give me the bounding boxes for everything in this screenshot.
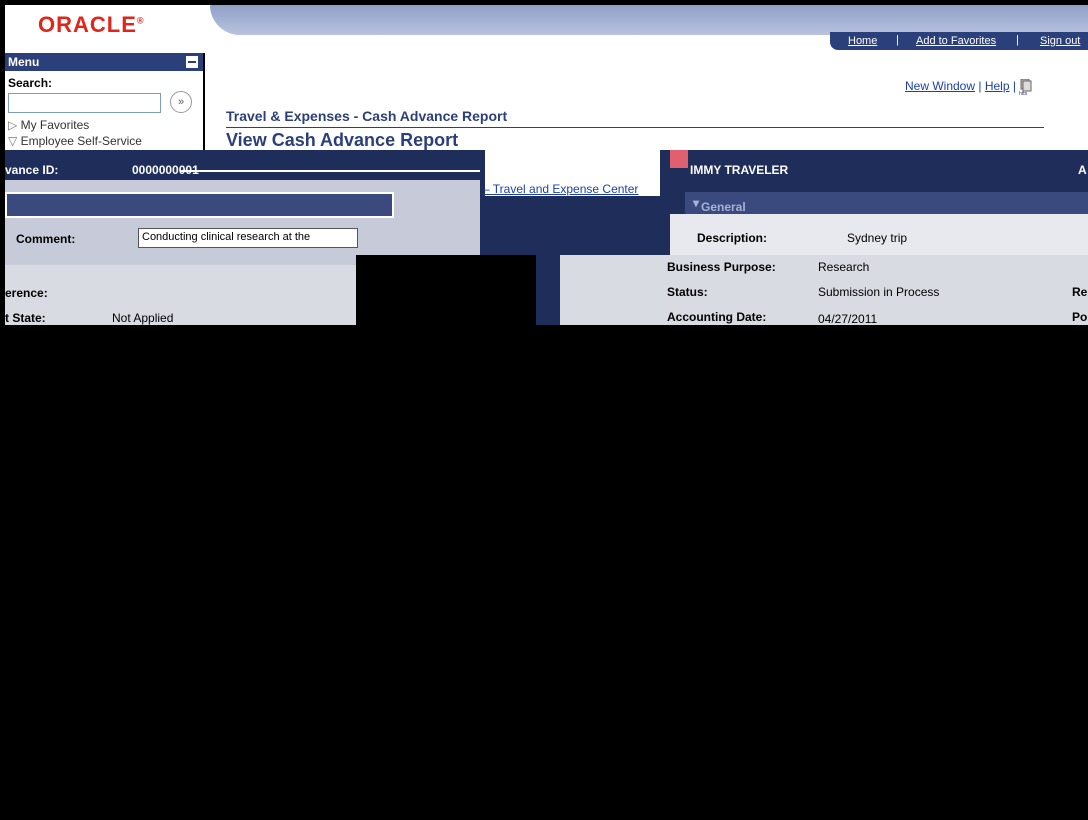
menu-search-input[interactable] xyxy=(8,93,161,113)
add-to-favorites-link[interactable]: Add to Favorites xyxy=(916,35,996,47)
nav-separator: | xyxy=(896,34,899,46)
band-rule xyxy=(180,170,480,172)
page-title: View Cash Advance Report xyxy=(226,130,459,150)
title-rule xyxy=(226,127,1044,128)
http-icon[interactable]: http xyxy=(1019,78,1033,97)
purpose-label: Business Purpose: xyxy=(667,260,776,274)
obscured-region xyxy=(356,255,536,325)
new-window-link[interactable]: New Window xyxy=(905,79,975,93)
status-value: Submission in Process xyxy=(818,285,940,299)
comment-label: Comment: xyxy=(16,232,76,246)
triangle-down-icon: ▽ xyxy=(8,134,18,148)
travel-expense-center-link[interactable]: – Travel and Expense Center xyxy=(483,182,638,196)
utility-links: New Window | Help | http xyxy=(905,78,1033,97)
status-label: Status: xyxy=(667,285,708,299)
left-panel-header xyxy=(5,192,394,218)
nav-separator: | xyxy=(1016,34,1019,46)
status-flag-icon xyxy=(670,150,688,168)
traveler-name: IMMY TRAVELER xyxy=(690,163,789,177)
home-link[interactable]: Home xyxy=(848,35,877,47)
accounting-date-label: Accounting Date: xyxy=(667,310,767,324)
menu-item-my-favorites[interactable]: ▷ My Favorites xyxy=(8,118,89,132)
oracle-logo: ORACLE® xyxy=(38,12,145,38)
right-cut-label: Po xyxy=(1072,310,1088,324)
accounting-date-value: 04/27/2011 xyxy=(818,312,878,326)
top-banner xyxy=(210,5,1088,35)
right-cut-label: Re xyxy=(1072,285,1088,299)
breadcrumb: Travel & Expenses - Cash Advance Report xyxy=(226,108,508,124)
menu-item-label: Employee Self-Service xyxy=(20,134,142,148)
sign-out-link[interactable]: Sign out xyxy=(1040,35,1080,47)
menu-item-label: My Favorites xyxy=(20,118,90,132)
menu-header: Menu xyxy=(5,53,203,71)
state-value: Not Applied xyxy=(112,311,174,325)
help-link[interactable]: Help xyxy=(985,79,1010,93)
comment-field[interactable]: Conducting clinical research at the xyxy=(138,228,358,248)
traveler-cut-label: A xyxy=(1078,163,1087,177)
svg-text:http: http xyxy=(1019,91,1028,95)
report-id-label: vance ID: xyxy=(5,163,59,177)
collapse-menu-icon[interactable] xyxy=(186,56,198,68)
menu-title: Menu xyxy=(8,55,40,69)
general-information-header[interactable]: ▾ General Information xyxy=(685,192,1088,228)
search-go-icon[interactable]: » xyxy=(170,91,192,113)
registered-mark: ® xyxy=(136,15,145,26)
description-label: Description: xyxy=(697,231,768,245)
description-value: Sydney trip xyxy=(847,231,908,245)
tec-link-label: Travel and Expense Center xyxy=(492,182,639,196)
reference-label: erence: xyxy=(5,286,48,300)
state-label: t State: xyxy=(5,311,46,325)
triangle-right-icon: ▷ xyxy=(8,118,18,132)
logo-text: ORACLE xyxy=(38,12,137,37)
search-label: Search: xyxy=(8,76,53,90)
menu-item-employee-self-service[interactable]: ▽ Employee Self-Service xyxy=(8,134,142,148)
purpose-value: Research xyxy=(818,260,870,274)
triangle-down-icon: ▾ General Information xyxy=(693,196,767,228)
